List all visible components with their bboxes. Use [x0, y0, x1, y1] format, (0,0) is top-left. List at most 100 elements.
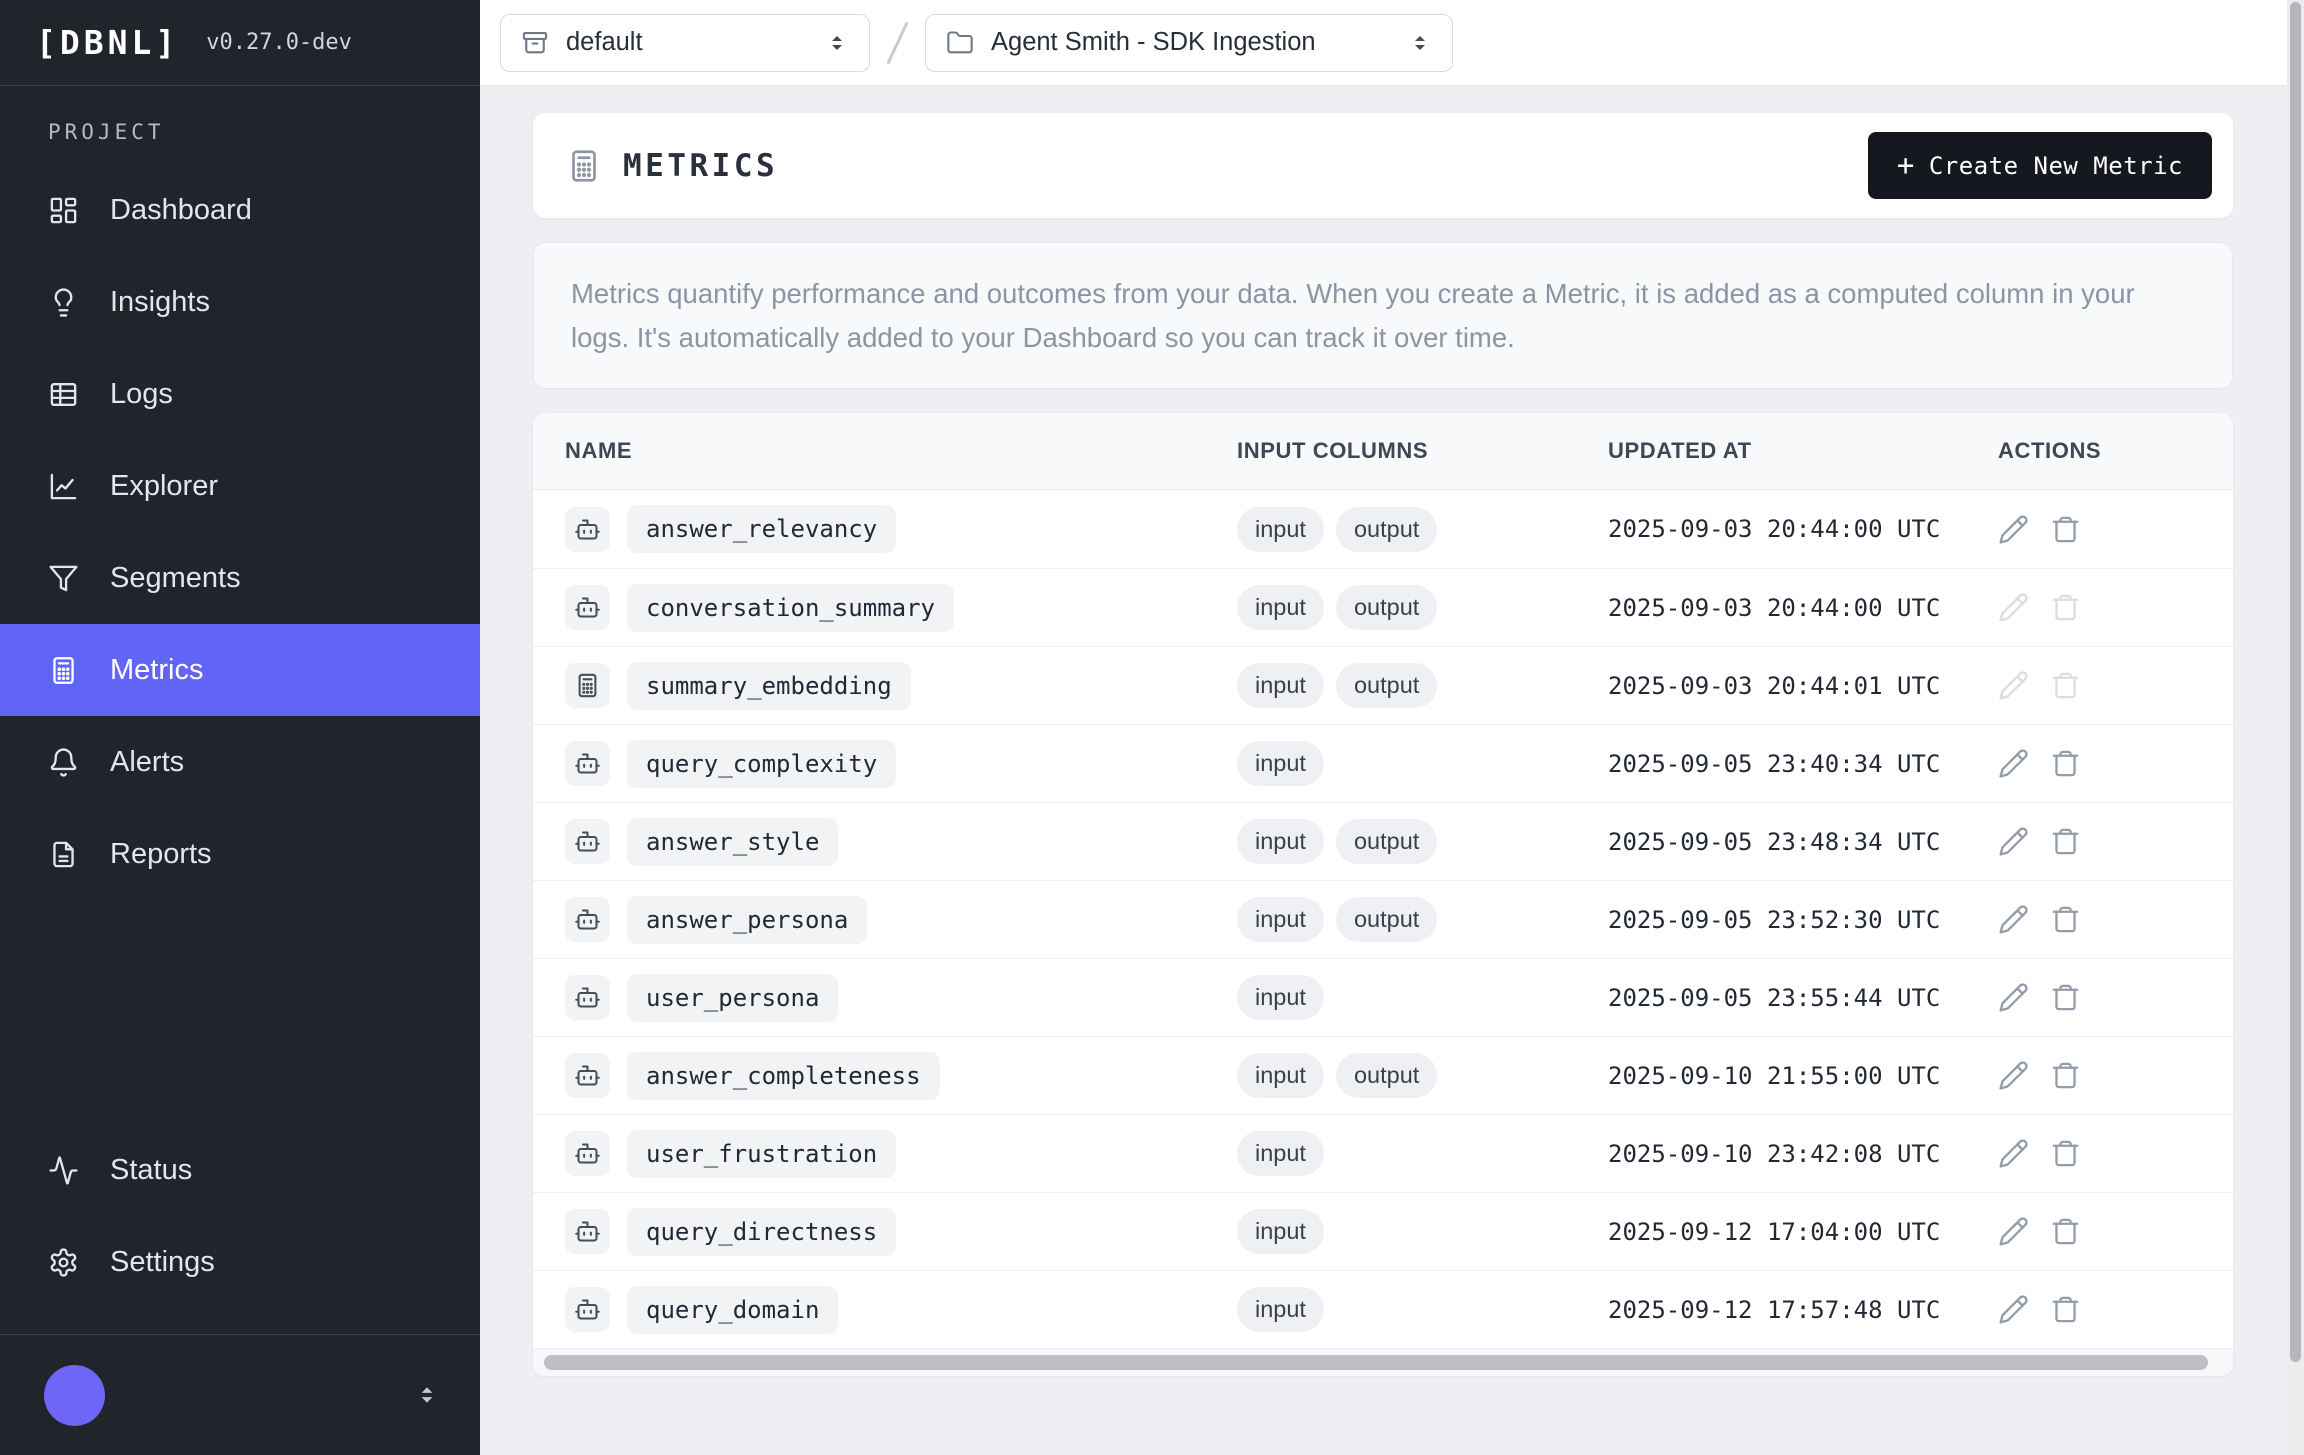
project-select[interactable]: Agent Smith - SDK Ingestion	[925, 14, 1453, 72]
input-columns-cell: input	[1237, 741, 1608, 786]
sidebar-item-alerts[interactable]: Alerts	[0, 716, 480, 808]
sidebar-header: [DBNL] v0.27.0-dev	[0, 0, 480, 86]
table-row: conversation_summary inputoutput 2025-09…	[533, 568, 2233, 646]
sidebar-item-reports[interactable]: Reports	[0, 808, 480, 900]
pencil-icon	[1998, 904, 2029, 935]
metrics-header-card: METRICS + Create New Metric	[533, 113, 2233, 218]
trash-icon	[2050, 826, 2081, 857]
horizontal-scrollbar[interactable]	[533, 1348, 2233, 1376]
input-columns-cell: input	[1237, 1209, 1608, 1254]
metrics-description-card: Metrics quantify performance and outcome…	[533, 242, 2233, 389]
table-row: query_directness input 2025-09-12 17:04:…	[533, 1192, 2233, 1270]
pencil-icon	[1998, 982, 2029, 1013]
namespace-select[interactable]: default	[500, 14, 870, 72]
sidebar-item-dashboard[interactable]: Dashboard	[0, 164, 480, 256]
edit-metric-button[interactable]	[1998, 748, 2029, 779]
delete-metric-button[interactable]	[2050, 514, 2081, 545]
table-body: answer_relevancy inputoutput 2025-09-03 …	[533, 490, 2233, 1348]
table-row: query_domain input 2025-09-12 17:57:48 U…	[533, 1270, 2233, 1348]
input-column-pill: output	[1336, 1053, 1437, 1098]
input-column-pill: input	[1237, 507, 1324, 552]
table-row: user_frustration input 2025-09-10 23:42:…	[533, 1114, 2233, 1192]
edit-metric-button[interactable]	[1998, 1294, 2029, 1325]
input-column-pill: output	[1336, 507, 1437, 552]
sidebar-item-segments[interactable]: Segments	[0, 532, 480, 624]
actions-cell	[1998, 1138, 2233, 1169]
chevron-up-down-icon[interactable]	[414, 1382, 440, 1408]
user-row[interactable]	[0, 1334, 480, 1455]
bot-icon	[565, 585, 610, 630]
metric-name: user_persona	[627, 974, 838, 1022]
sidebar-item-metrics[interactable]: Metrics	[0, 624, 480, 716]
calculator-icon	[565, 663, 610, 708]
input-columns-cell: inputoutput	[1237, 663, 1608, 708]
trash-icon	[2050, 1060, 2081, 1091]
page-scrollbar-thumb[interactable]	[2290, 2, 2301, 1362]
input-column-pill: input	[1237, 1053, 1324, 1098]
edit-metric-button[interactable]	[1998, 826, 2029, 857]
edit-metric-button[interactable]	[1998, 1060, 2029, 1091]
horizontal-scrollbar-thumb[interactable]	[544, 1355, 2208, 1370]
input-column-pill: input	[1237, 975, 1324, 1020]
input-columns-cell: input output	[1237, 507, 1608, 552]
actions-cell	[1998, 904, 2233, 935]
sidebar-item-insights[interactable]: Insights	[0, 256, 480, 348]
table-row: answer_completeness inputoutput 2025-09-…	[533, 1036, 2233, 1114]
trash-icon	[2050, 670, 2081, 701]
trash-icon	[2050, 904, 2081, 935]
pencil-icon	[1998, 1294, 2029, 1325]
avatar[interactable]	[44, 1365, 105, 1426]
metric-name: conversation_summary	[627, 584, 954, 632]
app-window: [DBNL] v0.27.0-dev PROJECT Dashboard Ins…	[0, 0, 2304, 1455]
updated-at-value: 2025-09-05 23:55:44 UTC	[1608, 984, 1998, 1012]
delete-metric-button[interactable]	[2050, 1060, 2081, 1091]
updated-at-value: 2025-09-12 17:57:48 UTC	[1608, 1296, 1998, 1324]
page-title: METRICS	[623, 148, 778, 184]
sidebar-item-explorer[interactable]: Explorer	[0, 440, 480, 532]
delete-metric-button[interactable]	[2050, 826, 2081, 857]
delete-metric-button[interactable]	[2050, 982, 2081, 1013]
edit-metric-button[interactable]	[1998, 1138, 2029, 1169]
delete-metric-button[interactable]	[2050, 1138, 2081, 1169]
metric-name-cell: answer_persona	[565, 896, 1237, 944]
input-column-pill: input	[1237, 1209, 1324, 1254]
delete-metric-button[interactable]	[2050, 748, 2081, 779]
input-columns-cell: inputoutput	[1237, 819, 1608, 864]
metric-name-cell: query_domain	[565, 1286, 1237, 1334]
metric-name: answer_completeness	[627, 1052, 940, 1100]
page-scrollbar[interactable]	[2287, 0, 2304, 1455]
create-new-metric-button[interactable]: + Create New Metric	[1868, 132, 2212, 199]
edit-metric-button[interactable]	[1998, 514, 2029, 545]
edit-metric-button[interactable]	[1998, 1216, 2029, 1247]
sidebar-nav: Dashboard Insights Logs Explorer Segment…	[0, 164, 480, 900]
metric-name-cell: query_directness	[565, 1208, 1237, 1256]
topbar: default Agent Smith - SDK Ingestion	[480, 0, 2287, 86]
sidebar-footer-nav: Status Settings	[0, 1124, 480, 1308]
edit-metric-button[interactable]	[1998, 904, 2029, 935]
table-row: answer_style inputoutput 2025-09-05 23:4…	[533, 802, 2233, 880]
metric-name-cell: user_persona	[565, 974, 1237, 1022]
updated-at-value: 2025-09-10 23:42:08 UTC	[1608, 1140, 1998, 1168]
delete-metric-button[interactable]	[2050, 1294, 2081, 1325]
activity-icon	[48, 1155, 79, 1186]
sidebar-spacer	[0, 900, 480, 1124]
delete-metric-button[interactable]	[2050, 904, 2081, 935]
table-icon	[48, 379, 79, 410]
input-column-pill: input	[1237, 741, 1324, 786]
edit-metric-button[interactable]	[1998, 982, 2029, 1013]
updated-at-value: 2025-09-05 23:52:30 UTC	[1608, 906, 1998, 934]
bot-icon	[565, 507, 610, 552]
actions-cell	[1998, 748, 2233, 779]
metric-name-cell: answer_style	[565, 818, 1237, 866]
sidebar-item-label: Explorer	[110, 470, 218, 503]
trash-icon	[2050, 1294, 2081, 1325]
sidebar-item-settings[interactable]: Settings	[0, 1216, 480, 1308]
sidebar-item-status[interactable]: Status	[0, 1124, 480, 1216]
pencil-icon	[1998, 1060, 2029, 1091]
trash-icon	[2050, 982, 2081, 1013]
gear-icon	[48, 1247, 79, 1278]
pencil-icon	[1998, 1138, 2029, 1169]
sidebar-item-logs[interactable]: Logs	[0, 348, 480, 440]
delete-metric-button[interactable]	[2050, 1216, 2081, 1247]
bell-icon	[48, 747, 79, 778]
